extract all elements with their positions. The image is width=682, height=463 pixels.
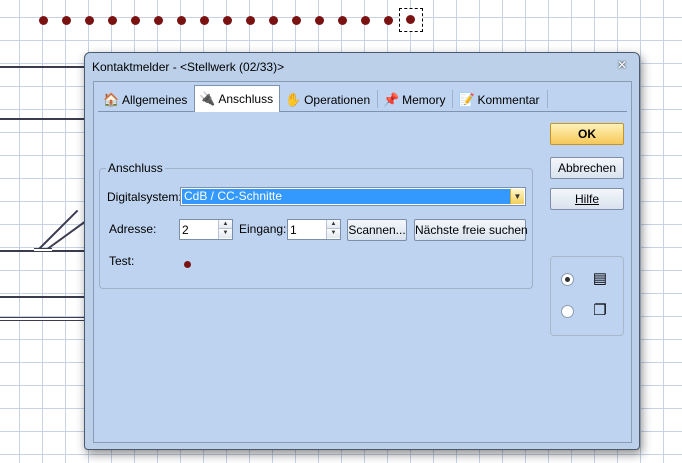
contact-marker[interactable] <box>246 16 255 25</box>
radio-list-view[interactable] <box>561 273 574 286</box>
cancel-button[interactable]: Abbrechen <box>550 157 624 179</box>
track-switch-base[interactable] <box>34 248 52 252</box>
tab-anschluss[interactable]: 🔌 Anschluss <box>194 85 281 112</box>
input-stepper[interactable]: 1 ▲ ▼ <box>287 219 341 240</box>
digital-system-value: CdB / CC-Schnitte <box>182 189 512 204</box>
spin-down-icon[interactable]: ▼ <box>327 229 340 238</box>
contact-marker[interactable] <box>62 16 71 25</box>
close-icon[interactable]: ✕ <box>611 55 633 75</box>
contact-marker[interactable] <box>315 16 324 25</box>
comment-icon: 📝 <box>458 91 475 107</box>
contact-marker[interactable] <box>361 16 370 25</box>
contact-marker[interactable] <box>200 16 209 25</box>
tab-label: Anschluss <box>218 92 274 106</box>
contact-marker[interactable] <box>39 16 48 25</box>
tab-allgemeines[interactable]: 🏠 Allgemeines <box>98 87 194 111</box>
contact-dialog: Kontaktmelder - <Stellwerk (02/33)> ✕ 🏠 … <box>84 52 640 450</box>
scan-button[interactable]: Scannen... <box>347 219 407 241</box>
pin-icon: 📌 <box>383 91 400 107</box>
radio-copy-view[interactable] <box>561 305 574 318</box>
tab-label: Operationen <box>304 92 371 107</box>
contact-marker[interactable] <box>223 16 232 25</box>
input-spin-buttons: ▲ ▼ <box>326 220 340 239</box>
track-segment[interactable] <box>0 118 84 120</box>
contact-marker[interactable] <box>85 16 94 25</box>
group-title: Anschluss <box>106 161 165 175</box>
input-value: 1 <box>290 223 297 237</box>
contact-marker[interactable] <box>154 16 163 25</box>
track-segment[interactable] <box>0 296 84 298</box>
spin-up-icon[interactable]: ▲ <box>327 220 340 229</box>
tab-memory[interactable]: 📌 Memory <box>378 87 452 111</box>
contact-marker[interactable] <box>108 16 117 25</box>
selected-contact-marker[interactable] <box>399 8 423 32</box>
track-segment[interactable] <box>0 66 84 68</box>
radio-selected-dot <box>565 277 570 282</box>
spin-down-icon[interactable]: ▼ <box>219 229 232 238</box>
next-free-button[interactable]: Nächste freie suchen <box>414 219 528 241</box>
address-value: 2 <box>182 223 189 237</box>
connection-group: Anschluss Digitalsystem: CdB / CC-Schnit… <box>99 161 533 289</box>
contact-marker[interactable] <box>131 16 140 25</box>
tab-label: Allgemeines <box>122 92 188 107</box>
digital-system-select[interactable]: CdB / CC-Schnitte ▼ <box>180 187 526 206</box>
address-spin-buttons: ▲ ▼ <box>218 220 232 239</box>
help-button[interactable]: Hilfe <box>550 188 624 210</box>
tab-separator <box>546 90 548 108</box>
contact-marker[interactable] <box>406 15 415 24</box>
contact-marker[interactable] <box>177 16 186 25</box>
view-options: ▤ ❐ <box>550 256 624 336</box>
tab-operationen[interactable]: ✋ Operationen <box>280 87 377 111</box>
contact-marker[interactable] <box>338 16 347 25</box>
test-label: Test: <box>109 254 135 268</box>
address-stepper[interactable]: 2 ▲ ▼ <box>179 219 233 240</box>
address-label: Adresse: <box>109 222 157 236</box>
track-segment[interactable] <box>0 317 84 321</box>
list-view-icon: ▤ <box>592 270 608 287</box>
chevron-down-icon[interactable]: ▼ <box>510 189 524 204</box>
dialog-title: Kontaktmelder - <Stellwerk (02/33)> <box>92 60 285 74</box>
contact-marker[interactable] <box>384 16 393 25</box>
contact-marker[interactable] <box>269 16 278 25</box>
copy-view-icon: ❐ <box>593 302 607 319</box>
tab-label: Memory <box>402 92 446 107</box>
tab-bar: 🏠 Allgemeines 🔌 Anschluss ✋ Operationen … <box>98 85 548 112</box>
contact-marker[interactable] <box>292 16 301 25</box>
test-indicator[interactable] <box>184 261 191 268</box>
dialog-client: 🏠 Allgemeines 🔌 Anschluss ✋ Operationen … <box>93 81 632 443</box>
title-bar[interactable]: Kontaktmelder - <Stellwerk (02/33)> ✕ <box>85 53 639 79</box>
input-label: Eingang: <box>239 222 287 236</box>
house-icon: 🏠 <box>103 91 120 107</box>
spin-up-icon[interactable]: ▲ <box>219 220 232 229</box>
tab-label: Kommentar <box>477 92 540 107</box>
ok-button[interactable]: OK <box>550 123 624 145</box>
digital-system-label: Digitalsystem: <box>107 190 182 204</box>
operations-icon: ✋ <box>285 91 302 107</box>
tab-kommentar[interactable]: 📝 Kommentar <box>453 87 546 111</box>
plug-icon: 🔌 <box>199 91 216 106</box>
